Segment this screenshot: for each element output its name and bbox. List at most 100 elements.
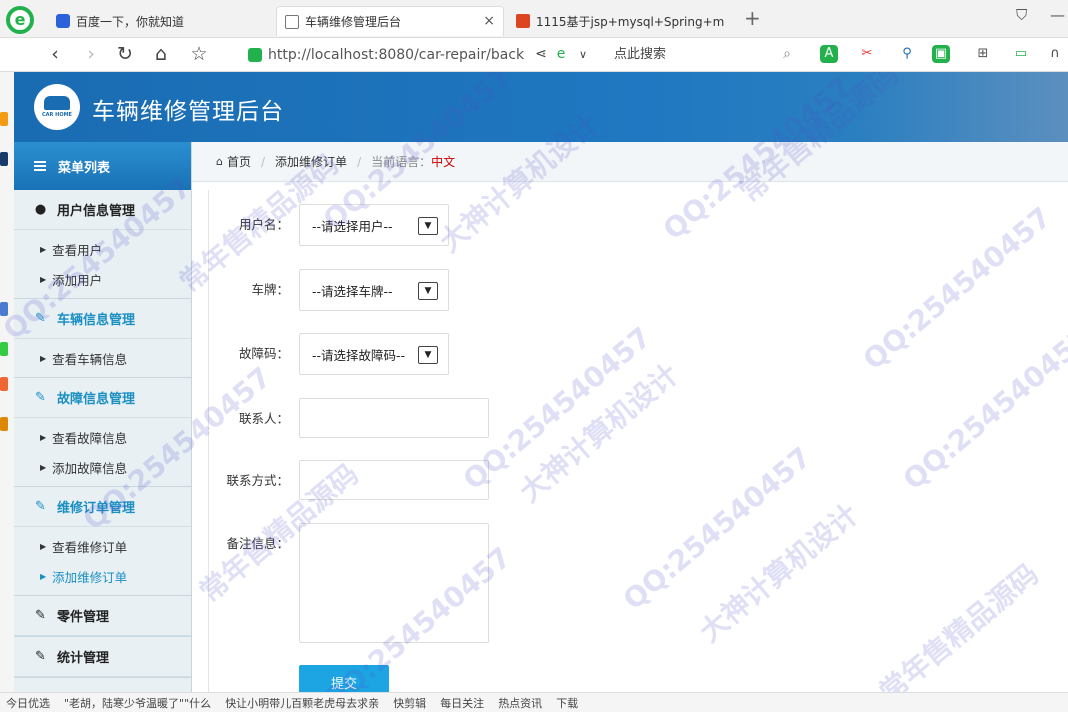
plate-label: 车牌： [251,282,289,297]
battery-icon: ▭ [1014,46,1028,61]
status-item[interactable]: "老胡，陆寒少爷温暖了""什么 [64,695,211,711]
search-icon[interactable]: ⌕ [774,46,800,62]
browser-side-strip [0,72,14,692]
star-icon[interactable]: ☆ [186,43,212,65]
browser-tab-third[interactable]: 1115基于jsp+mysql+Spring+m [508,6,733,36]
app-title: 车辆维修管理后台 [92,99,284,125]
breadcrumb-separator: / [261,154,266,169]
menu-group-head[interactable]: ✎ 车辆信息管理 [14,299,191,339]
status-item[interactable]: 快剪辑 [393,695,426,711]
edit-icon: ✎ [35,499,46,514]
edit-icon: ✎ [35,608,46,623]
note-textarea[interactable] [299,523,489,643]
menu-item-label: 查看车辆信息 [52,351,128,367]
strip-app-icon[interactable] [0,112,8,126]
menu-group-fault: ✎ 故障信息管理 ▶ 查看故障信息 ▶ 添加故障信息 [14,378,191,487]
scissors-icon[interactable]: ✂ [858,45,876,63]
plate-select-value: --请选择车牌-- [312,283,393,299]
apps-grid-icon[interactable]: ⊞ [974,45,992,63]
tab-close-icon[interactable]: × [483,13,495,29]
fault-code-select[interactable]: --请选择故障码-- ▼ [299,333,449,375]
menu-group-head[interactable]: ✎ 维修订单管理 [14,487,191,527]
menu-group-head[interactable]: ✎ 统计管理 [14,637,191,677]
menu-item-label: 查看用户 [52,242,103,258]
chevron-down-icon: ▼ [418,282,438,300]
menu-group-head[interactable]: ✎ 零件管理 [14,596,191,636]
status-item[interactable]: 每日关注 [440,695,484,711]
add-order-form: 用户名： --请选择用户-- ▼ 车牌： --请选择车牌-- ▼ 故障码： --… [208,190,1068,705]
caret-right-icon: ▶ [40,541,47,551]
magnifier-icon[interactable]: ⚲ [898,45,916,63]
url-text: http://localhost:8080/car-repair/back [268,47,525,63]
caret-right-icon: ▶ [40,571,47,581]
caret-right-icon: ▶ [40,353,47,363]
user-select[interactable]: --请选择用户-- ▼ [299,204,449,246]
chevron-down-icon: ▼ [418,217,438,235]
menu-group-vehicle: ✎ 车辆信息管理 ▶ 查看车辆信息 [14,299,191,378]
caret-right-icon: ▶ [40,432,47,442]
status-item[interactable]: 热点资讯 [498,695,542,711]
contact-input[interactable] [299,398,489,438]
menu-item-view-faults[interactable]: ▶ 查看故障信息 [14,422,191,452]
chevron-down-icon: ▼ [418,346,438,364]
status-item[interactable]: 快让小明带儿百颗老虎母去求亲 [225,695,379,711]
menu-item-view-users[interactable]: ▶ 查看用户 [14,234,191,264]
menu-group-head[interactable]: ✎ 故障信息管理 [14,378,191,418]
baidu-paw-icon [56,14,70,28]
browser-logo-icon: e [6,6,34,34]
gamepad-icon[interactable]: ▣ [932,45,950,63]
menu-header-label: 菜单列表 [58,160,111,176]
strip-app-icon[interactable] [0,302,8,316]
menu-item-view-orders[interactable]: ▶ 查看维修订单 [14,531,191,561]
status-item[interactable]: 今日优选 [6,695,50,711]
breadcrumb-home[interactable]: 首页 [227,153,251,170]
status-item[interactable]: 下载 [556,695,578,711]
menu-item-label: 添加维修订单 [52,569,128,585]
menu-group-label: 零件管理 [57,610,110,625]
menu-group-label: 统计管理 [57,651,110,666]
home-icon[interactable]: ⌂ [148,43,174,65]
language-value[interactable]: 中文 [431,153,455,170]
new-tab-button[interactable]: + [744,6,761,30]
search-input[interactable]: 点此搜索 [602,44,802,66]
user-label: 用户名： [238,217,289,232]
menu-item-label: 查看故障信息 [52,430,128,446]
skin-icon[interactable]: ⛉ [1016,6,1027,24]
plate-select[interactable]: --请选择车牌-- ▼ [299,269,449,311]
strip-app-icon[interactable] [0,342,8,356]
minimize-button[interactable]: — [1050,6,1065,24]
browser-tab-baidu[interactable]: 百度一下，你就知道 [48,6,273,36]
menu-item-view-vehicles[interactable]: ▶ 查看车辆信息 [14,343,191,373]
browser-tab-active[interactable]: 车辆维修管理后台 × [276,6,504,36]
browser-toolbar: ‹ › ↻ ⌂ ☆ http://localhost:8080/car-repa… [0,38,1068,72]
list-icon [34,161,46,171]
chevron-down-icon[interactable]: ∨ [570,48,596,61]
secure-shield-icon [248,48,262,62]
app-header: CAR HOME 车辆维修管理后台 [14,72,1068,142]
headphones-icon[interactable]: ∩ [1046,45,1064,63]
menu-item-add-fault[interactable]: ▶ 添加故障信息 [14,452,191,482]
menu-item-label: 添加用户 [52,272,103,288]
strip-app-icon[interactable] [0,152,8,166]
language-label: 当前语言： [371,155,432,169]
phone-input[interactable] [299,460,489,500]
caret-right-icon: ▶ [40,274,47,284]
page-icon [285,14,299,29]
menu-item-add-user[interactable]: ▶ 添加用户 [14,264,191,294]
tab-title: 1115基于jsp+mysql+Spring+m [536,14,725,29]
menu-header: 菜单列表 [14,142,191,190]
strip-app-icon[interactable] [0,377,8,391]
browser-tabbar: e 百度一下，你就知道 车辆维修管理后台 × 1115基于jsp+mysql+S… [0,0,1068,38]
strip-app-icon[interactable] [0,417,8,431]
menu-item-label: 查看维修订单 [52,539,128,555]
edit-icon: ✎ [35,311,46,326]
back-icon[interactable]: ‹ [42,43,68,65]
menu-item-label: 添加故障信息 [52,460,128,476]
translate-icon[interactable]: A [820,45,838,63]
reload-icon[interactable]: ↻ [112,43,138,65]
forward-icon[interactable]: › [78,43,104,65]
menu-group-head[interactable]: ● 用户信息管理 [14,190,191,230]
menu-group-label: 故障信息管理 [57,392,136,407]
menu-item-add-order[interactable]: ▶ 添加维修订单 [14,561,191,591]
breadcrumb-separator: / [357,154,362,169]
